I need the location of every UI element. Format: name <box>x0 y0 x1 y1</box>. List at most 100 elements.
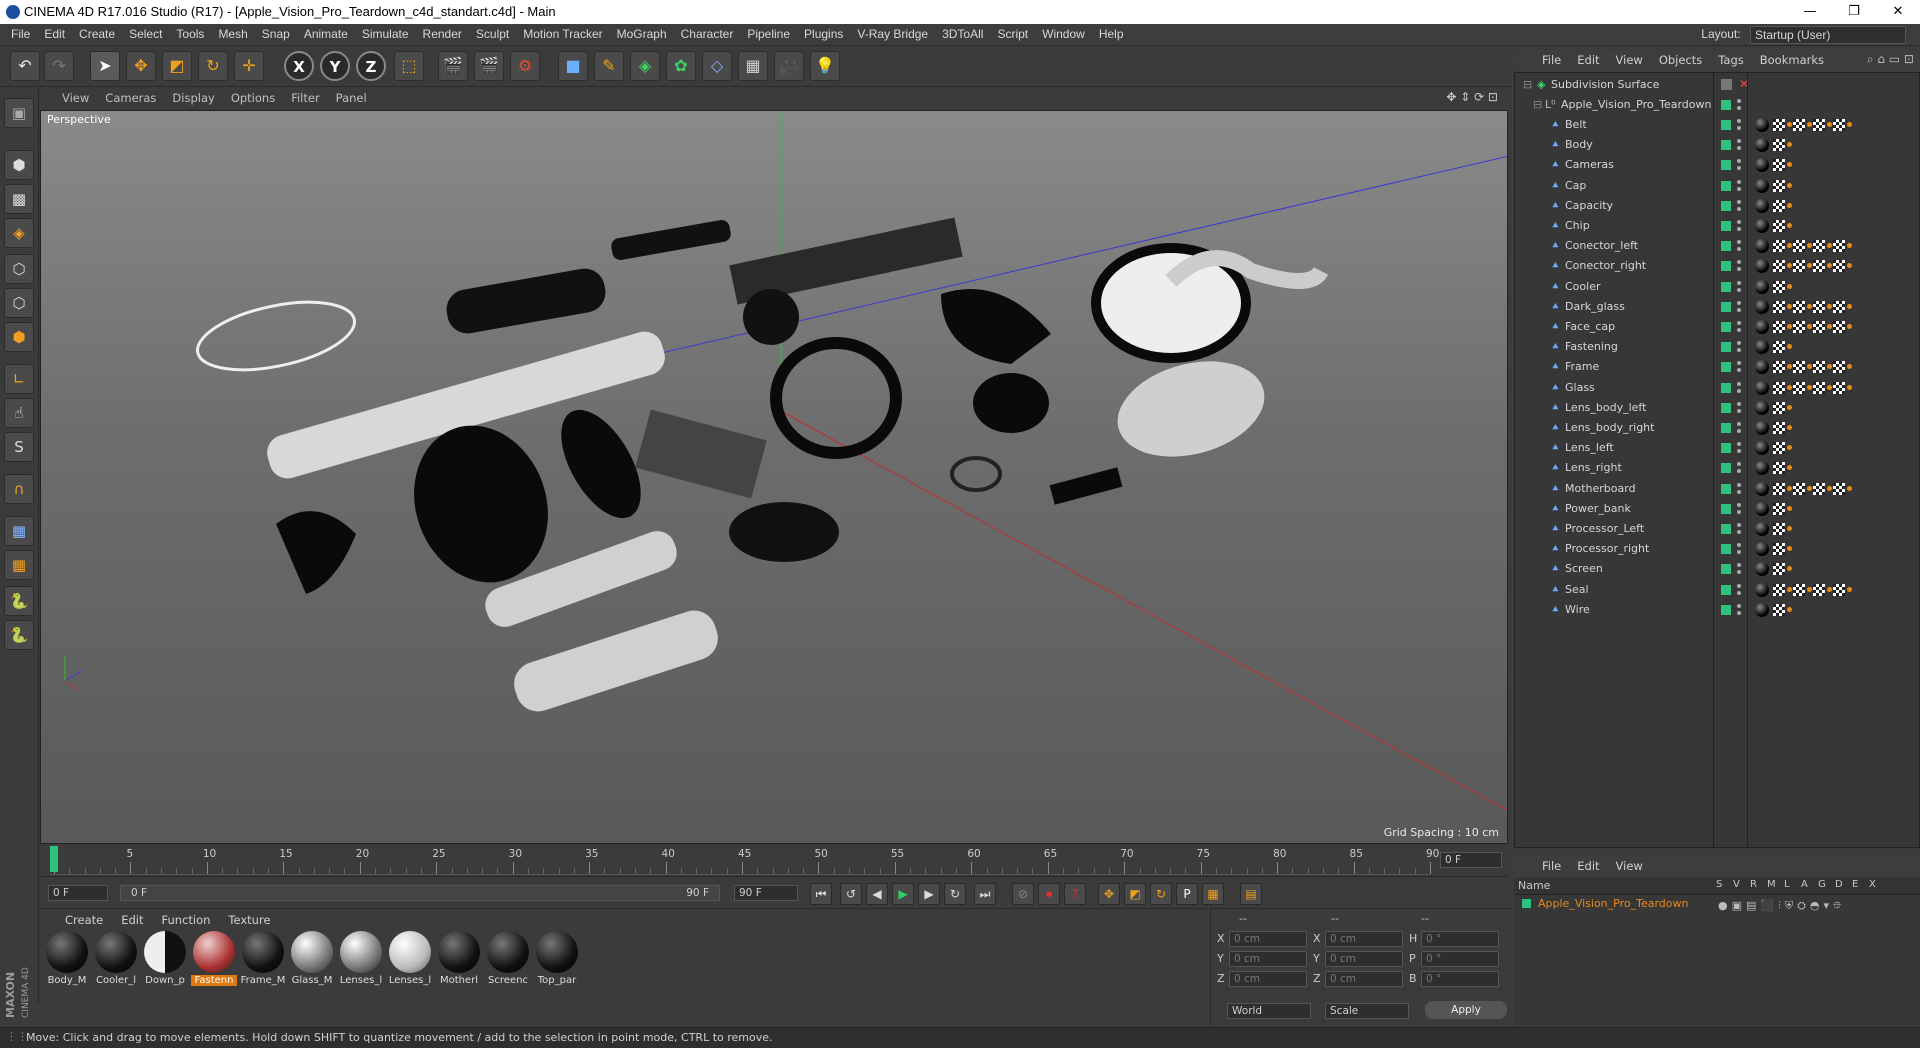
layout-dropdown[interactable]: Startup (User) <box>1750 26 1906 44</box>
selection-tag-icon[interactable] <box>1787 566 1792 572</box>
uvw-tag-icon[interactable] <box>1773 199 1785 212</box>
selection-tag-icon[interactable] <box>1827 263 1832 269</box>
render-visibility-dot[interactable] <box>1737 388 1741 393</box>
material-tag-icon[interactable] <box>1755 461 1769 476</box>
uvw-tag-icon[interactable] <box>1773 300 1785 313</box>
layout-selector[interactable]: Layout: Startup (User) <box>1701 26 1906 44</box>
attribute-menu-file[interactable]: File <box>1534 856 1569 876</box>
previous-frame-icon[interactable]: ◀ <box>866 883 888 905</box>
editor-visibility-dot[interactable] <box>1737 159 1741 164</box>
selection-tag-icon[interactable] <box>1787 606 1792 612</box>
selection-tag-icon[interactable] <box>1787 485 1792 491</box>
tree-row-chip[interactable]: ⯅ Chip <box>1515 216 1919 236</box>
selection-tag-icon[interactable] <box>1807 243 1812 249</box>
uvw-tag-icon[interactable] <box>1813 381 1825 394</box>
key-scale-icon[interactable]: ◩ <box>1124 883 1146 905</box>
selection-tag-icon[interactable] <box>1787 182 1792 188</box>
uvw-tag-icon[interactable] <box>1833 240 1845 253</box>
make-editable-icon[interactable]: ▣ <box>4 98 34 128</box>
menu-script[interactable]: Script <box>990 24 1035 45</box>
uvw-tag-icon[interactable] <box>1813 300 1825 313</box>
material-swatch[interactable]: Lenses_l <box>338 931 384 986</box>
coord-value-field[interactable]: 0 cm <box>1325 971 1403 987</box>
uvw-tag-icon[interactable] <box>1833 300 1845 313</box>
uvw-tag-icon[interactable] <box>1773 583 1785 596</box>
uvw-tag-icon[interactable] <box>1773 280 1785 293</box>
material-tag-icon[interactable] <box>1755 198 1769 213</box>
selection-tag-icon[interactable] <box>1807 263 1812 269</box>
material-swatch[interactable]: Cooler_l <box>93 931 139 986</box>
render-visibility-dot[interactable] <box>1737 550 1741 555</box>
viewport-navigation-icons[interactable]: ✥ ⇕ ⟳ ⊡ <box>1446 90 1498 104</box>
selection-tag-icon[interactable] <box>1787 526 1792 531</box>
selection-tag-icon[interactable] <box>1787 465 1792 471</box>
editor-visibility-dot[interactable] <box>1737 199 1741 204</box>
selection-tag-icon[interactable] <box>1827 364 1832 370</box>
render-visibility-dot[interactable] <box>1737 408 1741 413</box>
menu-help[interactable]: Help <box>1092 24 1131 45</box>
editor-visibility-dot[interactable] <box>1737 422 1741 426</box>
material-tag-icon[interactable] <box>1755 421 1769 435</box>
tree-row-lens_body_left[interactable]: ⯅ Lens_body_left <box>1515 398 1919 418</box>
object-menu-objects[interactable]: Objects <box>1651 50 1710 70</box>
selection-tag-icon[interactable] <box>1787 223 1792 228</box>
render-view-icon[interactable]: 🎬 <box>438 51 468 81</box>
start-frame-field[interactable]: 0 F <box>48 885 108 901</box>
tree-row-group[interactable]: ⊟ L⁰ Apple_Vision_Pro_Teardown <box>1515 95 1919 115</box>
menu-motion-tracker[interactable]: Motion Tracker <box>516 24 609 45</box>
python-console-icon[interactable]: 🐍 <box>4 620 34 650</box>
uvw-tag-icon[interactable] <box>1773 462 1785 475</box>
autokey-icon[interactable]: ⏺ <box>1038 883 1060 905</box>
uvw-tag-icon[interactable] <box>1773 543 1785 556</box>
material-swatch[interactable]: Down_p <box>142 931 188 986</box>
tree-row-processor_right[interactable]: ⯅ Processor_right <box>1515 539 1919 559</box>
editor-visibility-dot[interactable] <box>1737 321 1741 325</box>
material-swatch[interactable]: Motherl <box>436 931 482 986</box>
apply-button[interactable]: Apply <box>1425 1001 1507 1019</box>
floor-scene-icon[interactable]: ▦ <box>738 51 768 81</box>
material-menu-function[interactable]: Function <box>153 911 220 929</box>
selection-tag-icon[interactable] <box>1827 243 1832 249</box>
editor-visibility-dot[interactable] <box>1737 502 1741 507</box>
uvw-tag-icon[interactable] <box>1793 260 1805 273</box>
selection-tag-icon[interactable] <box>1787 425 1792 430</box>
material-tag-icon[interactable] <box>1755 178 1769 193</box>
visibility-toggle[interactable] <box>1721 281 1731 292</box>
selection-tag-icon[interactable] <box>1787 142 1792 148</box>
tree-row-capacity[interactable]: ⯅ Capacity <box>1515 196 1919 216</box>
uvw-tag-icon[interactable] <box>1773 442 1785 455</box>
coord-value-field[interactable]: 0 cm <box>1325 951 1403 967</box>
material-tag-icon[interactable] <box>1755 158 1769 173</box>
tree-row-dark_glass[interactable]: ⯅ Dark_glass <box>1515 297 1919 317</box>
selection-tag-icon[interactable] <box>1807 364 1812 370</box>
tree-row-face_cap[interactable]: ⯅ Face_cap <box>1515 317 1919 337</box>
editor-visibility-dot[interactable] <box>1737 482 1741 487</box>
frame-range-slider[interactable]: 0 F 90 F <box>120 885 720 901</box>
selection-tag-icon[interactable] <box>1787 162 1792 168</box>
selection-tag-icon[interactable] <box>1827 324 1832 329</box>
uvw-tag-icon[interactable] <box>1793 381 1805 394</box>
visibility-toggle[interactable] <box>1721 524 1731 534</box>
editor-visibility-dot[interactable] <box>1737 300 1741 305</box>
render-visibility-dot[interactable] <box>1737 247 1741 252</box>
material-swatch[interactable]: Body_M <box>44 931 90 986</box>
selection-tag-icon[interactable] <box>1787 384 1792 390</box>
select-arrow-icon[interactable]: ➤ <box>90 51 120 81</box>
object-menu-file[interactable]: File <box>1534 50 1569 70</box>
editor-visibility-dot[interactable] <box>1737 119 1741 123</box>
uvw-tag-icon[interactable] <box>1813 260 1825 273</box>
visibility-toggle[interactable] <box>1721 221 1731 231</box>
material-tag-icon[interactable] <box>1755 562 1769 577</box>
visibility-toggle[interactable] <box>1721 483 1731 494</box>
selection-tag-icon[interactable] <box>1807 303 1812 309</box>
material-tag-icon[interactable] <box>1755 219 1769 233</box>
material-tag-icon[interactable] <box>1755 118 1769 132</box>
playhead[interactable] <box>50 846 58 872</box>
selection-tag-icon[interactable] <box>1787 505 1792 511</box>
coord-value-field[interactable]: 0 ° <box>1421 971 1499 987</box>
snap-magnet-icon[interactable]: ∩ <box>4 474 34 504</box>
camera-icon[interactable]: 🎥 <box>774 51 804 81</box>
editor-visibility-dot[interactable] <box>1737 401 1741 406</box>
menu-simulate[interactable]: Simulate <box>355 24 416 45</box>
uvw-tag-icon[interactable] <box>1813 119 1825 131</box>
